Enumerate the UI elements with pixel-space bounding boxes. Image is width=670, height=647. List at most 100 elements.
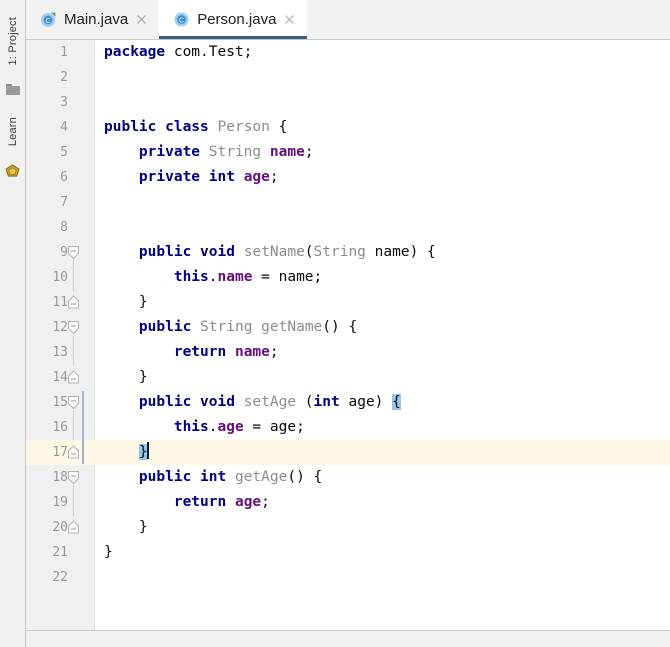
sidebar-item-project-label: 1: Project [6, 16, 19, 66]
gutter-row[interactable]: 12 [26, 315, 95, 340]
code-row[interactable]: } [95, 440, 670, 465]
code-fold-collapse-icon[interactable] [67, 320, 80, 335]
code-line-text: public String getName() { [138, 319, 358, 335]
sidebar-item-learn[interactable]: Learn [0, 108, 25, 156]
svg-text:C: C [179, 17, 184, 24]
gutter-row[interactable]: 11 [26, 290, 95, 315]
code-fold-end-icon[interactable] [67, 295, 80, 310]
gutter-row[interactable]: 18 [26, 465, 95, 490]
code-row[interactable]: this.age = age; [95, 415, 670, 440]
text-caret [146, 442, 149, 459]
code-row[interactable]: this.name = name; [95, 265, 670, 290]
gutter-row[interactable]: 17 [26, 440, 95, 465]
code-row[interactable]: return name; [95, 340, 670, 365]
ide-window: 1: Project Learn C Main.java C Person.ja… [0, 0, 670, 647]
gutter-row[interactable]: 10 [26, 265, 95, 290]
vcs-change-bar[interactable] [82, 391, 84, 464]
line-number: 19 [52, 495, 68, 510]
gutter-row[interactable]: 14 [26, 365, 95, 390]
line-number: 6 [60, 170, 68, 185]
line-number: 16 [52, 420, 68, 435]
code-line-text: } [104, 369, 148, 385]
code-row[interactable]: } [95, 365, 670, 390]
code-row[interactable]: private String name; [95, 140, 670, 165]
code-line-text: private int age; [138, 169, 279, 185]
code-row[interactable]: public class Person { [95, 115, 670, 140]
fold-connector-line [73, 260, 74, 291]
gutter-row[interactable]: 1 [26, 40, 95, 65]
line-number: 10 [52, 270, 68, 285]
code-pane[interactable]: package com.Test; public class Person { p… [95, 40, 670, 647]
editor-bottom-strip [26, 630, 670, 647]
line-number: 13 [52, 345, 68, 360]
tab-person-java[interactable]: C Person.java [159, 0, 308, 39]
code-row[interactable]: return age; [95, 490, 670, 515]
gutter-row[interactable]: 13 [26, 340, 95, 365]
gutter-row[interactable]: 19 [26, 490, 95, 515]
fold-connector-line [73, 410, 74, 441]
code-line-text: private String name; [138, 144, 314, 160]
gutter-row[interactable]: 15 [26, 390, 95, 415]
code-fold-collapse-icon[interactable] [67, 470, 80, 485]
code-editor[interactable]: 1 2 3 4 5 6 7 8 9 10 11 12 13 14 15 16 17 18 19 20 21 22 pack… [26, 40, 670, 647]
gutter-row[interactable]: 22 [26, 565, 95, 590]
fold-connector-line [73, 335, 74, 366]
sidebar-folder-button[interactable] [0, 78, 25, 100]
gutter-row[interactable]: 21 [26, 540, 95, 565]
gutter-row[interactable]: 9 [26, 240, 95, 265]
line-number: 22 [52, 570, 68, 585]
code-fold-end-icon[interactable] [67, 370, 80, 385]
close-icon[interactable] [135, 13, 148, 26]
code-fold-collapse-icon[interactable] [67, 245, 80, 260]
code-row[interactable] [95, 190, 670, 215]
tab-main-java[interactable]: C Main.java [26, 0, 159, 39]
gutter-row[interactable]: 6 [26, 165, 95, 190]
tab-main-java-label: Main.java [64, 11, 129, 28]
code-row[interactable] [95, 90, 670, 115]
gutter-row[interactable]: 20 [26, 515, 95, 540]
left-tool-stripe: 1: Project Learn [0, 0, 26, 647]
code-fold-collapse-icon[interactable] [67, 395, 80, 410]
sidebar-gem-button[interactable] [0, 160, 25, 182]
editor-gutter[interactable]: 1 2 3 4 5 6 7 8 9 10 11 12 13 14 15 16 17 18 19 20 21 22 [26, 40, 95, 647]
code-row[interactable]: } [95, 290, 670, 315]
code-row[interactable]: public void setName(String name) { [95, 240, 670, 265]
code-row[interactable] [95, 65, 670, 90]
code-fold-end-icon[interactable] [67, 445, 80, 460]
code-row[interactable] [95, 215, 670, 240]
close-icon[interactable] [283, 13, 296, 26]
code-row[interactable]: public String getName() { [95, 315, 670, 340]
gutter-row[interactable]: 16 [26, 415, 95, 440]
code-line-text: } [104, 544, 113, 560]
line-number: 8 [60, 220, 68, 235]
code-row[interactable]: package com.Test; [95, 40, 670, 65]
code-row[interactable]: } [95, 515, 670, 540]
sidebar-item-project[interactable]: 1: Project [0, 10, 25, 72]
gutter-row[interactable]: 4 [26, 115, 95, 140]
code-line-text: public void setName(String name) { [138, 244, 436, 260]
line-number: 12 [52, 320, 68, 335]
line-number: 3 [60, 95, 68, 110]
code-line-text: } [104, 294, 148, 310]
gutter-row[interactable]: 2 [26, 65, 95, 90]
code-row[interactable] [95, 565, 670, 590]
code-row[interactable]: public int getAge() { [95, 465, 670, 490]
fold-connector-line [73, 485, 74, 516]
code-row[interactable]: private int age; [95, 165, 670, 190]
gutter-row[interactable]: 3 [26, 90, 95, 115]
code-line-text: public void setAge (int age) { [138, 394, 401, 410]
code-line-text: } [104, 519, 148, 535]
code-row[interactable]: } [95, 540, 670, 565]
line-number: 15 [52, 395, 68, 410]
gutter-row[interactable]: 8 [26, 215, 95, 240]
code-fold-end-icon[interactable] [67, 520, 80, 535]
code-row[interactable]: public void setAge (int age) { [95, 390, 670, 415]
gutter-row[interactable]: 5 [26, 140, 95, 165]
gutter-row[interactable]: 7 [26, 190, 95, 215]
code-line-text: this.name = name; [173, 269, 323, 285]
line-number: 20 [52, 520, 68, 535]
line-number: 14 [52, 370, 68, 385]
line-number: 4 [60, 120, 68, 135]
java-runnable-class-icon: C [41, 12, 56, 27]
line-number: 7 [60, 195, 68, 210]
